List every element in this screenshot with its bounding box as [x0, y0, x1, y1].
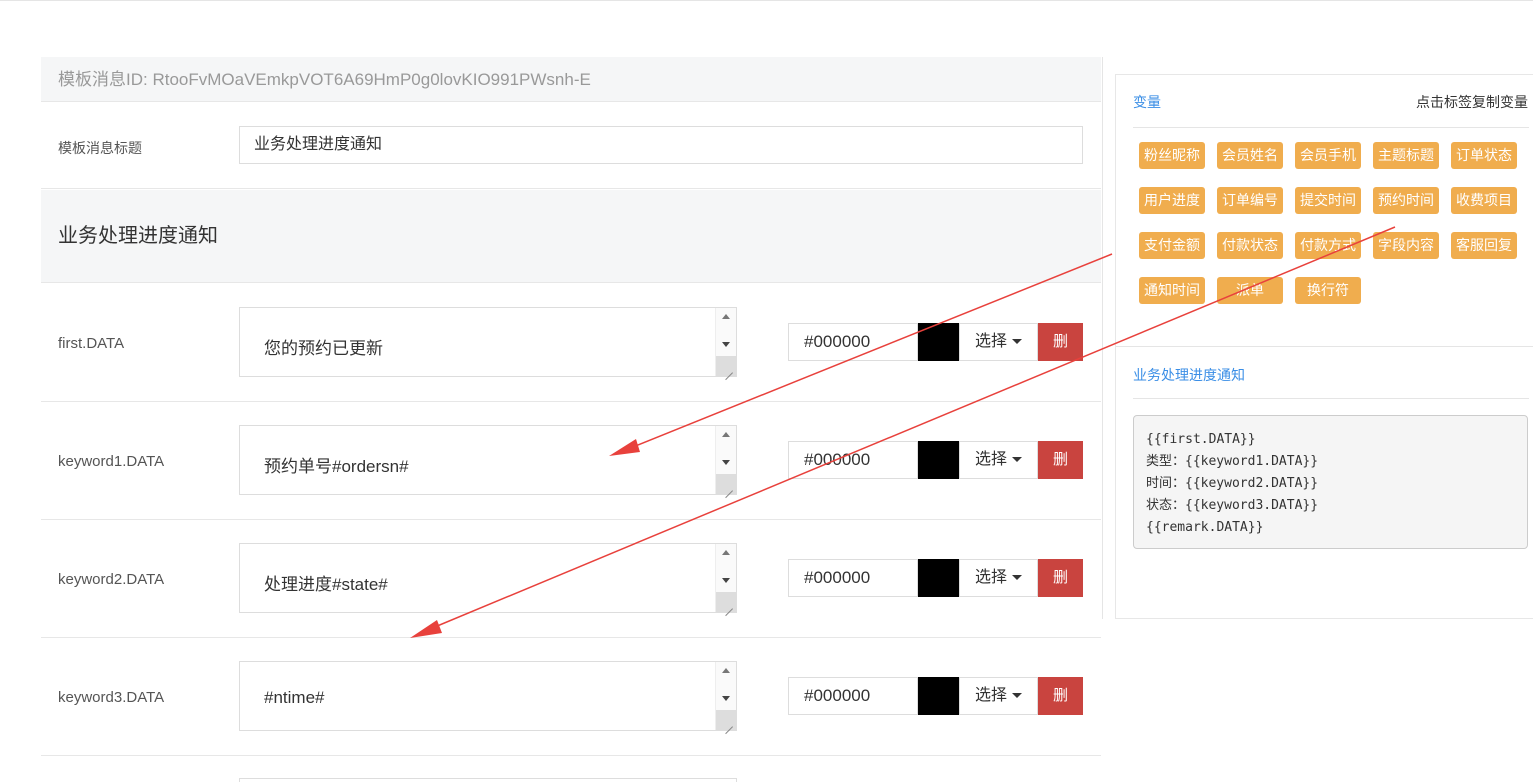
caret-down-icon	[1012, 457, 1023, 463]
field-row-keyword2: keyword2.DATA 处理进度#state# #000000 选择 删	[41, 520, 1101, 638]
field-textarea[interactable]: #ntime#	[239, 661, 737, 731]
variable-tag[interactable]: 支付金额	[1139, 232, 1205, 259]
scroll-down-icon[interactable]	[722, 342, 730, 347]
field-value: 处理进度#state#	[264, 575, 388, 594]
divider	[1116, 346, 1533, 347]
variable-tag[interactable]: 订单状态	[1451, 142, 1517, 169]
color-input[interactable]: #000000	[788, 677, 918, 715]
choose-label: 选择	[975, 333, 1008, 350]
preview-template-name: 业务处理进度通知	[1133, 367, 1245, 383]
color-input[interactable]: #000000	[788, 441, 918, 479]
variable-tag[interactable]: 收费项目	[1451, 187, 1517, 214]
choose-color-button[interactable]: 选择	[959, 441, 1038, 479]
preview-line: 时间：{{keyword2.DATA}}	[1146, 476, 1319, 491]
preview-line: 状态：{{keyword3.DATA}}	[1146, 498, 1319, 513]
choose-color-button[interactable]: 选择	[959, 323, 1038, 361]
variable-tag[interactable]: 字段内容	[1373, 232, 1439, 259]
variable-tag[interactable]: 客服回复	[1451, 232, 1517, 259]
delete-button[interactable]: 删	[1038, 441, 1083, 479]
preview-line: 类型：{{keyword1.DATA}}	[1146, 454, 1319, 469]
variable-tag[interactable]: 预约时间	[1373, 187, 1439, 214]
choose-label: 选择	[975, 687, 1008, 704]
variable-tag[interactable]: 付款状态	[1217, 232, 1283, 259]
variable-tag[interactable]: 付款方式	[1295, 232, 1361, 259]
preview-line: {{first.DATA}}	[1146, 432, 1256, 447]
scrollbar[interactable]	[715, 662, 736, 730]
variable-tag[interactable]: 会员姓名	[1217, 142, 1283, 169]
scrollbar[interactable]	[715, 426, 736, 494]
color-swatch	[918, 441, 959, 479]
choose-color-button[interactable]: 选择	[959, 559, 1038, 597]
color-input[interactable]: #000000	[788, 559, 918, 597]
section-heading: 业务处理进度通知	[41, 190, 1101, 283]
scrollbar[interactable]	[715, 544, 736, 612]
variables-hint: 点击标签复制变量	[1416, 94, 1528, 110]
field-value: 您的预约已更新	[264, 339, 383, 358]
scroll-down-icon[interactable]	[722, 578, 730, 583]
color-swatch	[918, 559, 959, 597]
field-label: keyword3.DATA	[58, 689, 165, 706]
delete-button[interactable]: 删	[1038, 677, 1083, 715]
scroll-up-icon[interactable]	[722, 668, 730, 673]
variable-tag[interactable]: 派单	[1217, 277, 1283, 304]
variable-tag[interactable]: 换行符	[1295, 277, 1361, 304]
field-row-keyword3: keyword3.DATA #ntime# #000000 选择 删	[41, 638, 1101, 756]
title-row: 模板消息标题 业务处理进度通知	[41, 103, 1101, 189]
resize-grip-icon[interactable]	[716, 474, 736, 494]
field-textarea[interactable]: 处理进度#state#	[239, 543, 737, 613]
choose-label: 选择	[975, 451, 1008, 468]
choose-color-button[interactable]: 选择	[959, 677, 1038, 715]
scroll-up-icon[interactable]	[722, 432, 730, 437]
delete-button[interactable]: 删	[1038, 559, 1083, 597]
color-swatch	[918, 677, 959, 715]
field-value: 预约单号#ordersn#	[264, 457, 409, 476]
panel-divider	[1102, 57, 1103, 619]
scroll-down-icon[interactable]	[722, 696, 730, 701]
title-label: 模板消息标题	[58, 140, 142, 156]
variable-tag[interactable]: 订单编号	[1217, 187, 1283, 214]
choose-label: 选择	[975, 569, 1008, 586]
caret-down-icon	[1012, 575, 1023, 581]
variables-heading: 变量	[1133, 94, 1161, 110]
variables-panel: 变量 点击标签复制变量 粉丝昵称 会员姓名 会员手机 主题标题 订单状态 用户进…	[1115, 74, 1533, 619]
color-input[interactable]: #000000	[788, 323, 918, 361]
field-textarea[interactable]: 您的预约已更新	[239, 307, 737, 377]
preview-line: {{remark.DATA}}	[1146, 520, 1264, 535]
top-border	[0, 0, 1533, 1]
resize-grip-icon[interactable]	[716, 710, 736, 730]
template-id-bar: 模板消息ID: RtooFvMOaVEmkpVOT6A69HmP0g0lovKI…	[41, 57, 1101, 102]
variable-tag[interactable]: 会员手机	[1295, 142, 1361, 169]
divider	[1133, 398, 1529, 399]
scrollbar[interactable]	[715, 308, 736, 376]
variable-tag[interactable]: 主题标题	[1373, 142, 1439, 169]
field-label: keyword2.DATA	[58, 571, 165, 588]
color-swatch	[918, 323, 959, 361]
variable-tag[interactable]: 通知时间	[1139, 277, 1205, 304]
field-label: keyword1.DATA	[58, 453, 165, 470]
caret-down-icon	[1012, 339, 1023, 345]
resize-grip-icon[interactable]	[716, 592, 736, 612]
scroll-up-icon[interactable]	[722, 550, 730, 555]
variable-tag[interactable]: 粉丝昵称	[1139, 142, 1205, 169]
field-value: #ntime#	[264, 688, 325, 707]
template-preview: {{first.DATA}} 类型：{{keyword1.DATA}} 时间：{{k…	[1133, 415, 1528, 549]
divider	[1133, 127, 1529, 128]
delete-button[interactable]: 删	[1038, 323, 1083, 361]
scroll-up-icon[interactable]	[722, 314, 730, 319]
title-input[interactable]: 业务处理进度通知	[239, 126, 1083, 164]
field-textarea[interactable]: 预约单号#ordersn#	[239, 425, 737, 495]
variable-tag[interactable]: 用户进度	[1139, 187, 1205, 214]
resize-grip-icon[interactable]	[716, 356, 736, 376]
field-label: first.DATA	[58, 335, 125, 352]
field-row-keyword1: keyword1.DATA 预约单号#ordersn# #000000 选择 删	[41, 402, 1101, 520]
next-field-textarea[interactable]	[239, 778, 737, 782]
variable-tag[interactable]: 提交时间	[1295, 187, 1361, 214]
caret-down-icon	[1012, 693, 1023, 699]
scroll-down-icon[interactable]	[722, 460, 730, 465]
field-row-first: first.DATA 您的预约已更新 #000000 选择 删	[41, 284, 1101, 402]
